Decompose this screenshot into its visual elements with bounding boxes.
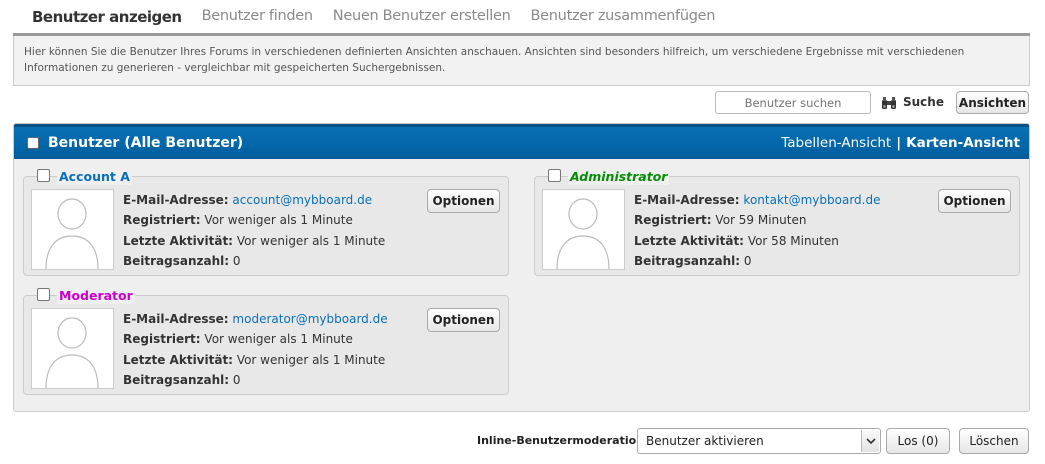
default-avatar-icon <box>556 198 610 270</box>
email-label: E-Mail-Adresse: <box>123 312 229 326</box>
registered-label: Registriert: <box>123 213 201 228</box>
email-label: E-Mail-Adresse: <box>123 193 229 207</box>
chevron-down-icon[interactable] <box>861 430 879 452</box>
tab-create-user[interactable]: Neuen Benutzer erstellen <box>323 0 521 34</box>
last-activity-label: Letzte Aktivität: <box>634 233 744 248</box>
user-card: Moderator E-Mail-Adresse: moderator@mybb… <box>23 288 509 395</box>
view-separator: | <box>896 135 902 151</box>
moderation-select[interactable]: Benutzer aktivieren <box>637 428 881 454</box>
user-details: E-Mail-Adresse: account@mybboard.de Regi… <box>123 190 385 271</box>
search-button[interactable]: Suche <box>903 95 944 109</box>
go-button[interactable]: Los (0) <box>886 428 950 454</box>
user-checkbox[interactable] <box>548 169 561 182</box>
avatar <box>31 189 114 270</box>
info-description: Hier können Sie die Benutzer Ihres Forum… <box>13 36 1030 86</box>
post-count-label: Beitragsanzahl: <box>634 253 741 268</box>
tab-show-users[interactable]: Benutzer anzeigen <box>22 0 192 34</box>
card-view-link[interactable]: Karten-Ansicht <box>906 135 1020 151</box>
user-name-link[interactable]: Administrator <box>568 169 670 185</box>
post-count-value: 0 <box>743 253 752 268</box>
user-checkbox[interactable] <box>37 288 50 301</box>
panel-title: Benutzer (Alle Benutzer) <box>48 135 244 151</box>
email-link[interactable]: moderator@mybboard.de <box>232 312 387 326</box>
tab-find-users[interactable]: Benutzer finden <box>192 0 323 34</box>
post-count-label: Beitragsanzahl: <box>123 253 230 268</box>
table-view-link[interactable]: Tabellen-Ansicht <box>781 135 891 151</box>
moderation-select-value: Benutzer aktivieren <box>646 434 764 448</box>
post-count-value: 0 <box>232 372 241 387</box>
default-avatar-icon <box>45 317 99 389</box>
options-button[interactable]: Optionen <box>427 189 500 213</box>
view-switch: Tabellen-Ansicht | Karten-Ansicht <box>781 135 1020 151</box>
last-activity-label: Letzte Aktivität: <box>123 233 233 248</box>
search-input[interactable] <box>715 91 871 114</box>
inline-moderation-label: Inline-Benutzermoderation: <box>477 434 649 447</box>
user-checkbox[interactable] <box>37 169 50 182</box>
last-activity-label: Letzte Aktivität: <box>123 352 233 367</box>
nav-tabs: Benutzer anzeigen Benutzer finden Neuen … <box>22 0 725 34</box>
registered-value: Vor 59 Minuten <box>715 213 807 228</box>
panel-header: Benutzer (Alle Benutzer) Tabellen-Ansich… <box>14 124 1029 159</box>
views-button[interactable]: Ansichten <box>956 91 1029 114</box>
last-activity-value: Vor 58 Minuten <box>747 233 839 248</box>
registered-value: Vor weniger als 1 Minute <box>204 332 353 347</box>
avatar <box>31 308 114 389</box>
options-button[interactable]: Optionen <box>427 308 500 332</box>
user-name-link[interactable]: Account A <box>57 169 132 185</box>
default-avatar-icon <box>45 198 99 270</box>
users-panel: Benutzer (Alle Benutzer) Tabellen-Ansich… <box>13 123 1030 412</box>
user-details: E-Mail-Adresse: kontakt@mybboard.de Regi… <box>634 190 880 271</box>
options-button[interactable]: Optionen <box>938 189 1011 213</box>
registered-label: Registriert: <box>123 332 201 347</box>
binoculars-icon[interactable] <box>881 95 897 111</box>
post-count-value: 0 <box>232 253 241 268</box>
user-details: E-Mail-Adresse: moderator@mybboard.de Re… <box>123 309 388 390</box>
clear-button[interactable]: Löschen <box>959 428 1029 454</box>
email-link[interactable]: account@mybboard.de <box>232 193 372 207</box>
last-activity-value: Vor weniger als 1 Minute <box>236 352 386 367</box>
tab-merge-users[interactable]: Benutzer zusammenfügen <box>521 0 726 34</box>
last-activity-value: Vor weniger als 1 Minute <box>236 233 386 248</box>
post-count-label: Beitragsanzahl: <box>123 372 230 387</box>
email-link[interactable]: kontakt@mybboard.de <box>743 193 880 207</box>
select-all-checkbox[interactable] <box>27 137 39 149</box>
registered-value: Vor weniger als 1 Minute <box>204 213 353 228</box>
user-card: Account A E-Mail-Adresse: account@mybboa… <box>23 169 509 276</box>
email-label: E-Mail-Adresse: <box>634 193 740 207</box>
user-card: Administrator E-Mail-Adresse: kontakt@my… <box>534 169 1020 276</box>
registered-label: Registriert: <box>634 213 712 228</box>
user-name-link[interactable]: Moderator <box>57 288 135 304</box>
avatar <box>542 189 625 270</box>
